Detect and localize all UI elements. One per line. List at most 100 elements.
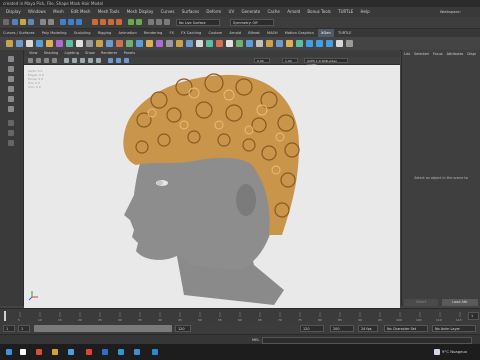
select-button[interactable]: Select bbox=[404, 299, 438, 306]
vp-menu-panels[interactable]: Panels bbox=[124, 50, 136, 57]
export-icon[interactable] bbox=[86, 40, 93, 47]
rotate-tool-icon[interactable] bbox=[8, 96, 14, 102]
menu-uv[interactable]: UV bbox=[229, 7, 235, 17]
construction-icon[interactable] bbox=[136, 19, 142, 25]
maya-taskbar-icon[interactable] bbox=[152, 349, 158, 355]
snap-curve-icon[interactable] bbox=[100, 19, 106, 25]
wind-icon[interactable] bbox=[166, 40, 173, 47]
cache-icon[interactable] bbox=[76, 40, 83, 47]
tab-custom[interactable]: Custom bbox=[205, 29, 225, 37]
menu-mesh-tools[interactable]: Mesh Tools bbox=[98, 7, 120, 17]
tab-selected[interactable]: Selected bbox=[414, 50, 429, 58]
image-plane-icon[interactable] bbox=[44, 58, 49, 63]
tab-turtle[interactable]: TURTLE bbox=[335, 29, 355, 37]
menu-turtle[interactable]: TURTLE bbox=[338, 7, 353, 17]
menu-curves[interactable]: Curves bbox=[161, 7, 175, 17]
interactive-groom-icon[interactable] bbox=[26, 40, 33, 47]
groom-icon[interactable] bbox=[236, 40, 243, 47]
tab-display[interactable]: Displ bbox=[467, 50, 475, 58]
menu-windows[interactable]: Windows bbox=[28, 7, 46, 17]
rotate-icon[interactable] bbox=[286, 40, 293, 47]
menu-cache[interactable]: Cache bbox=[267, 7, 279, 17]
wireframe-icon[interactable] bbox=[64, 58, 69, 63]
windows-start-icon[interactable] bbox=[6, 349, 12, 355]
move-tool-icon[interactable] bbox=[8, 86, 14, 92]
app-icon-1[interactable] bbox=[36, 349, 42, 355]
bend-icon[interactable] bbox=[306, 40, 313, 47]
workspace-selector[interactable]: Workspace: bbox=[440, 7, 461, 17]
scale-tool-icon[interactable] bbox=[8, 106, 14, 112]
edge-icon[interactable] bbox=[118, 349, 124, 355]
isolate-select-icon[interactable] bbox=[108, 58, 113, 63]
vp-menu-view[interactable]: View bbox=[29, 50, 38, 57]
paint-select-icon[interactable] bbox=[8, 76, 14, 82]
color-space-field[interactable]: ACES 1.0 SDR-video (ACES) bbox=[304, 58, 348, 67]
lasso-tool-icon[interactable] bbox=[8, 66, 14, 72]
tab-xgen[interactable]: XGen bbox=[318, 29, 334, 37]
redo-icon[interactable] bbox=[48, 19, 54, 25]
tab-rendering[interactable]: Rendering bbox=[141, 29, 165, 37]
xgen-editor-icon[interactable] bbox=[6, 40, 13, 47]
exposure-field[interactable]: 0.00 bbox=[254, 58, 270, 63]
region-icon[interactable] bbox=[196, 40, 203, 47]
history-icon[interactable] bbox=[128, 19, 134, 25]
tab-rigging[interactable]: Rigging bbox=[95, 29, 115, 37]
tab-curves-surfaces[interactable]: Curves / Surfaces bbox=[0, 29, 38, 37]
app-icon-3[interactable] bbox=[134, 349, 140, 355]
ipr-render-icon[interactable] bbox=[156, 19, 162, 25]
layout-four-icon[interactable] bbox=[8, 130, 14, 136]
symmetry-field[interactable]: Symmetry: Off bbox=[230, 19, 274, 26]
xray-icon[interactable] bbox=[116, 58, 121, 63]
create-description-icon[interactable] bbox=[16, 40, 23, 47]
render-preview-icon[interactable] bbox=[216, 40, 223, 47]
tab-arnold[interactable]: Arnold bbox=[226, 29, 244, 37]
opera-icon[interactable] bbox=[86, 349, 92, 355]
density-icon[interactable] bbox=[96, 40, 103, 47]
menu-edit-mesh[interactable]: Edit Mesh bbox=[71, 7, 91, 17]
search-icon[interactable] bbox=[20, 349, 26, 355]
scale-icon[interactable] bbox=[296, 40, 303, 47]
archive-icon[interactable] bbox=[226, 40, 233, 47]
tab-list[interactable]: List bbox=[404, 50, 410, 58]
tab-poly-modeling[interactable]: Poly Modeling bbox=[39, 29, 70, 37]
load-attributes-button[interactable]: Load Attr bbox=[442, 299, 478, 306]
tab-fx[interactable]: FX bbox=[166, 29, 177, 37]
vp-menu-shading[interactable]: Shading bbox=[44, 50, 59, 57]
playback-end-field[interactable]: 120 bbox=[175, 325, 191, 332]
cut-icon[interactable] bbox=[146, 40, 153, 47]
current-frame-field[interactable]: 1 bbox=[468, 312, 479, 320]
attract-icon[interactable] bbox=[346, 40, 353, 47]
live-surface-field[interactable]: No Live Surface bbox=[176, 19, 220, 26]
menu-generate[interactable]: Generate bbox=[241, 7, 260, 17]
textured-icon[interactable] bbox=[80, 58, 85, 63]
playback-start-field[interactable]: 1 bbox=[18, 325, 30, 332]
tab-motion-graphics[interactable]: Motion Graphics bbox=[282, 29, 317, 37]
freeze-icon[interactable] bbox=[336, 40, 343, 47]
render-icon[interactable] bbox=[148, 19, 154, 25]
grid-toggle-icon[interactable] bbox=[52, 58, 57, 63]
menu-deform[interactable]: Deform bbox=[206, 7, 221, 17]
render-settings-icon[interactable] bbox=[164, 19, 170, 25]
anim-layer-field[interactable]: No Anim Layer bbox=[432, 325, 476, 332]
menu-mesh-display[interactable]: Mesh Display bbox=[127, 7, 154, 17]
tab-attributes[interactable]: Attributes bbox=[447, 50, 464, 58]
undo-icon[interactable] bbox=[40, 19, 46, 25]
spline-icon[interactable] bbox=[246, 40, 253, 47]
lights-icon[interactable] bbox=[88, 58, 93, 63]
app-icon-2[interactable] bbox=[102, 349, 108, 355]
layout-outliner-icon[interactable] bbox=[8, 140, 14, 146]
save-scene-icon[interactable] bbox=[28, 19, 34, 25]
chrome-icon[interactable] bbox=[68, 349, 74, 355]
end-frame-2-field[interactable]: 200 bbox=[330, 325, 354, 332]
sculpt-icon[interactable] bbox=[46, 40, 53, 47]
ptex-icon[interactable] bbox=[206, 40, 213, 47]
new-scene-icon[interactable] bbox=[12, 19, 18, 25]
noise-icon[interactable] bbox=[126, 40, 133, 47]
menu-bonus-tools[interactable]: Bonus Tools bbox=[307, 7, 330, 17]
tab-sculpting[interactable]: Sculpting bbox=[71, 29, 94, 37]
snap-grid-icon[interactable] bbox=[92, 19, 98, 25]
select-tool-icon[interactable] bbox=[8, 56, 14, 62]
xray-joints-icon[interactable] bbox=[124, 58, 129, 63]
vp-menu-show[interactable]: Show bbox=[85, 50, 95, 57]
command-input[interactable] bbox=[262, 337, 472, 344]
